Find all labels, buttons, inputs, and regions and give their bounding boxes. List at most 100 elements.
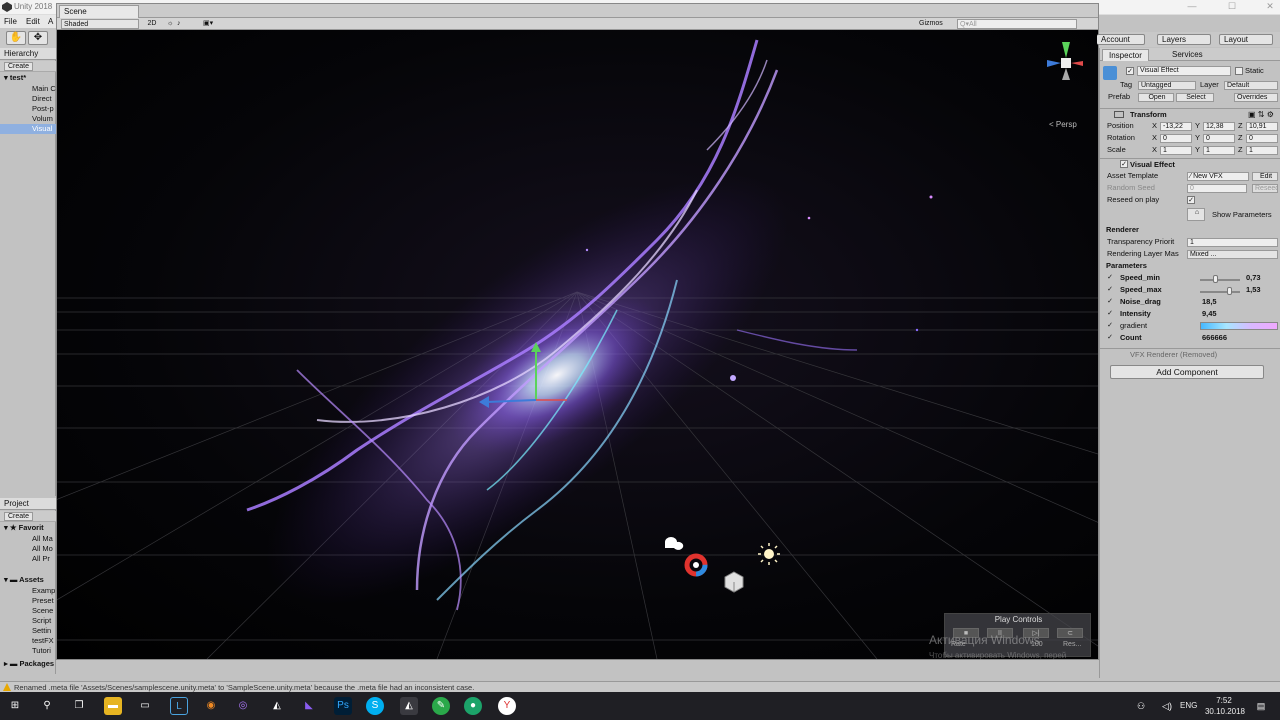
reseed-button[interactable]: Reseed: [1252, 184, 1278, 193]
scene-root[interactable]: ▾ test*: [0, 73, 56, 83]
add-component-button[interactable]: Add Component: [1110, 365, 1264, 379]
rendering-layer-mask-dropdown[interactable]: Mixed ...: [1187, 250, 1278, 259]
favorites-folder[interactable]: ▾ ★ Favorit: [0, 523, 56, 533]
asset-folder-item[interactable]: Scene: [0, 606, 56, 616]
asset-folder-item[interactable]: testFX: [0, 636, 56, 646]
asset-folder-item[interactable]: Tutori: [0, 646, 56, 656]
toggle-2d-button[interactable]: 2D: [145, 19, 159, 29]
count-override-checkbox[interactable]: ✓: [1106, 334, 1114, 342]
packages-folder[interactable]: ▸ ▬ Packages: [0, 659, 56, 669]
status-message[interactable]: Renamed .meta file 'Assets/Scenes/sample…: [14, 683, 474, 692]
hierarchy-item-visual-effect[interactable]: Visual: [0, 124, 56, 134]
yandex-browser-icon[interactable]: Y: [498, 697, 516, 715]
transparency-priority-field[interactable]: 1: [1187, 238, 1278, 247]
skype-icon[interactable]: S: [366, 697, 384, 715]
speed-max-override-checkbox[interactable]: ✓: [1106, 286, 1114, 294]
asset-folder-item[interactable]: Script: [0, 616, 56, 626]
hierarchy-item-main-camera[interactable]: Main C: [0, 84, 56, 94]
maximize-button[interactable]: ☐: [1224, 1, 1240, 13]
shading-mode-dropdown[interactable]: Shaded: [61, 19, 139, 29]
static-checkbox[interactable]: [1235, 67, 1243, 75]
menu-assets[interactable]: A: [48, 17, 53, 26]
hierarchy-tab[interactable]: Hierarchy: [0, 48, 56, 60]
tab-services[interactable]: Services: [1166, 49, 1209, 61]
param-speed-min-value[interactable]: 0,73: [1246, 272, 1280, 284]
search-icon[interactable]: ⚲: [38, 697, 56, 715]
param-count-value[interactable]: 666666: [1202, 332, 1278, 344]
rotation-x-field[interactable]: 0: [1160, 134, 1192, 143]
play-rate-reset[interactable]: Res...: [1063, 641, 1081, 648]
tab-inspector[interactable]: Inspector: [1102, 49, 1149, 61]
visual-studio-icon[interactable]: ◣: [300, 697, 318, 715]
project-create-button[interactable]: Create: [4, 512, 34, 521]
param-noise-drag-value[interactable]: 18,5: [1202, 296, 1278, 308]
position-z-field[interactable]: 10,91: [1246, 122, 1278, 131]
favorites-item[interactable]: All Pr: [0, 554, 56, 564]
show-parameters-label[interactable]: Show Parameters: [1212, 209, 1280, 221]
blender-icon[interactable]: ◉: [202, 697, 220, 715]
clock-time[interactable]: 7:52: [1214, 696, 1234, 705]
menu-edit[interactable]: Edit: [26, 17, 40, 26]
terminal-icon[interactable]: ▭: [136, 697, 154, 715]
rotation-y-field[interactable]: 0: [1203, 134, 1235, 143]
reseed-on-play-checkbox[interactable]: ✓: [1187, 196, 1195, 204]
camera-gizmo-icon[interactable]: [665, 537, 684, 550]
perspective-label[interactable]: < Persp: [1049, 120, 1077, 129]
scale-z-field[interactable]: 1: [1246, 146, 1278, 155]
rotation-z-field[interactable]: 0: [1246, 134, 1278, 143]
scale-y-field[interactable]: 1: [1203, 146, 1235, 155]
asset-folder-item[interactable]: Examp: [0, 586, 56, 596]
favorites-item[interactable]: All Mo: [0, 544, 56, 554]
favorites-item[interactable]: All Ma: [0, 534, 56, 544]
gradient-field[interactable]: [1200, 322, 1278, 330]
show-parameters-icon[interactable]: ⌂: [1187, 208, 1205, 221]
clock-date[interactable]: 30.10.2018: [1199, 707, 1251, 716]
prefab-select-button[interactable]: Select: [1176, 93, 1214, 102]
param-speed-max-value[interactable]: 1,53: [1246, 284, 1280, 296]
project-tab[interactable]: Project: [0, 498, 56, 510]
lighting-toggle-icon[interactable]: ☼: [167, 19, 173, 29]
asset-folder-item[interactable]: Preset: [0, 596, 56, 606]
speaker-icon[interactable]: ◁): [1158, 697, 1176, 715]
notifications-icon[interactable]: ▤: [1252, 697, 1270, 715]
noise-drag-override-checkbox[interactable]: ✓: [1106, 298, 1114, 306]
audio-toggle-icon[interactable]: ♪: [177, 19, 181, 29]
restart-button[interactable]: ⊂: [1057, 628, 1083, 638]
task-view-icon[interactable]: ❐: [70, 697, 88, 715]
gizmos-dropdown[interactable]: Gizmos: [919, 19, 943, 29]
menu-file[interactable]: File: [4, 17, 17, 26]
effects-toggle-icon[interactable]: ▣▾: [203, 19, 213, 29]
assets-folder[interactable]: ▾ ▬ Assets: [0, 575, 56, 585]
vfx-renderer-removed-header[interactable]: VFX Renderer (Removed): [1100, 348, 1280, 360]
app-green-icon[interactable]: ✎: [432, 697, 450, 715]
close-button[interactable]: ✕: [1262, 1, 1278, 13]
hierarchy-item-directional-light[interactable]: Direct: [0, 94, 56, 104]
layout-dropdown[interactable]: Layout: [1219, 34, 1273, 45]
layers-dropdown[interactable]: Layers: [1157, 34, 1211, 45]
volume-gizmo-icon[interactable]: [724, 571, 744, 593]
gradient-override-checkbox[interactable]: ✓: [1106, 322, 1114, 330]
language-indicator[interactable]: ENG: [1180, 701, 1197, 710]
hierarchy-create-button[interactable]: Create: [4, 62, 34, 71]
asset-folder-item[interactable]: Settin: [0, 626, 56, 636]
object-name-field[interactable]: Visual Effect: [1137, 66, 1231, 76]
people-icon[interactable]: ⚇: [1132, 697, 1150, 715]
asset-template-edit-button[interactable]: Edit: [1252, 172, 1278, 181]
orientation-gizmo-icon[interactable]: [1047, 42, 1083, 80]
unity-editor-icon[interactable]: ◭: [400, 697, 418, 715]
position-x-field[interactable]: -13,22: [1160, 122, 1192, 131]
asset-template-field[interactable]: ⁄ New VFX: [1187, 172, 1249, 181]
component-settings-icon[interactable]: ▣ ⇅ ⚙: [1248, 110, 1274, 119]
sun-light-gizmo-icon[interactable]: [758, 543, 780, 565]
hand-tool-icon[interactable]: ✋: [6, 31, 26, 45]
speed-min-slider-track[interactable]: [1200, 279, 1240, 281]
hierarchy-item-post-process[interactable]: Post-p: [0, 104, 56, 114]
app-circle-icon[interactable]: ◎: [234, 697, 252, 715]
windows-start-icon[interactable]: ⊞: [6, 697, 24, 715]
file-explorer-icon[interactable]: ▬: [104, 697, 122, 715]
app-l-icon[interactable]: L: [170, 697, 188, 715]
speed-min-override-checkbox[interactable]: ✓: [1106, 274, 1114, 282]
speed-min-slider-knob[interactable]: [1212, 275, 1218, 283]
scene-search-input[interactable]: Q▾All: [957, 19, 1077, 29]
post-process-gizmo-icon[interactable]: [684, 553, 708, 577]
